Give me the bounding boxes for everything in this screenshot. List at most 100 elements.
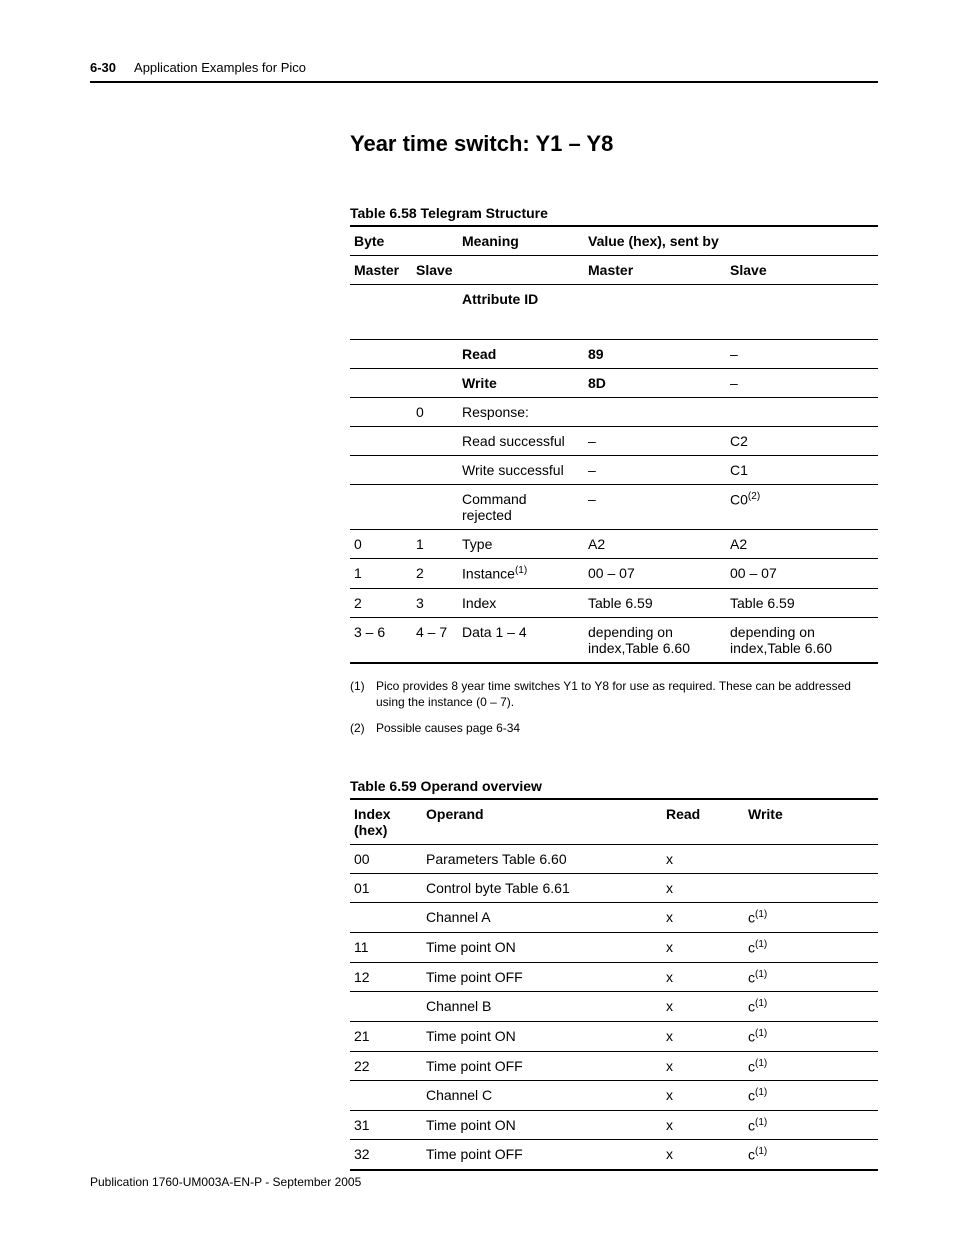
table-cell [412,427,458,456]
table-cell: C0(2) [726,485,878,530]
table-cell: c(1) [744,1081,878,1111]
col-master-value: Master [584,256,726,285]
table-cell: 00 – 07 [584,559,726,589]
table-cell: 3 [412,588,458,617]
table-cell: 00 [350,845,422,874]
col-read: Read [662,799,744,845]
table-cell: C1 [726,456,878,485]
col-value: Value (hex), sent by [584,226,878,256]
table-telegram-structure: Byte Meaning Value (hex), sent by Master… [350,225,878,664]
col-master: Master [350,256,412,285]
table-cell: Time point OFF [422,962,662,992]
table-cell: x [662,845,744,874]
table-cell: x [662,1051,744,1081]
table-cell: Time point ON [422,1021,662,1051]
table-cell: c(1) [744,1140,878,1170]
table-cell: x [662,962,744,992]
table-cell: A2 [726,530,878,559]
table-cell: Channel C [422,1081,662,1111]
table-cell [350,340,412,369]
table-cell: c(1) [744,962,878,992]
col-write: Write [744,799,878,845]
table-cell: Parameters Table 6.60 [422,845,662,874]
table-cell: 32 [350,1140,422,1170]
col-index: Index (hex) [350,799,422,845]
table-cell: c(1) [744,903,878,933]
table-cell [744,845,878,874]
table-cell [350,903,422,933]
page-header: 6-30 Application Examples for Pico [90,60,878,83]
table-cell: 0 [350,530,412,559]
table-cell: Write successful [458,456,584,485]
table-cell: Type [458,530,584,559]
table-cell: Response: [458,398,584,427]
page-number: 6-30 [90,60,116,75]
table-cell [584,285,726,340]
table-cell: c(1) [744,932,878,962]
table-cell [350,485,412,530]
table-cell [412,285,458,340]
table-cell: 89 [584,340,726,369]
table-cell: Time point ON [422,932,662,962]
table-operand-overview: Index (hex) Operand Read Write 00Paramet… [350,798,878,1171]
table-cell [584,398,726,427]
table-cell: c(1) [744,1051,878,1081]
content-area: Year time switch: Y1 – Y8 Table 6.58 Tel… [350,131,878,1171]
table-cell: Table 6.59 [584,588,726,617]
table-cell: C2 [726,427,878,456]
table-cell [412,340,458,369]
table-cell: c(1) [744,1110,878,1140]
table-cell: Index [458,588,584,617]
col-byte: Byte [350,226,458,256]
footnote: (1)Pico provides 8 year time switches Y1… [350,678,878,710]
table-cell: – [726,369,878,398]
table-cell: 0 [412,398,458,427]
table-cell: c(1) [744,1021,878,1051]
col-blank [458,256,584,285]
table-cell [412,485,458,530]
table-cell: 1 [350,559,412,589]
table-cell: x [662,1081,744,1111]
header-title: Application Examples for Pico [134,60,306,75]
table-cell: x [662,992,744,1022]
table-cell [726,398,878,427]
table-cell [726,285,878,340]
page: 6-30 Application Examples for Pico Year … [0,0,954,1235]
table-cell: Table 6.59 [726,588,878,617]
col-meaning: Meaning [458,226,584,256]
table-cell [350,285,412,340]
table-cell: Time point OFF [422,1051,662,1081]
table-cell: 3 – 6 [350,617,412,663]
table-cell [412,456,458,485]
table-cell: 01 [350,874,422,903]
table-cell: – [584,485,726,530]
table-cell [744,874,878,903]
col-operand: Operand [422,799,662,845]
table-cell: 8D [584,369,726,398]
table-cell: 00 – 07 [726,559,878,589]
table-cell: – [584,456,726,485]
table-cell: x [662,1110,744,1140]
footnote: (2)Possible causes page 6-34 [350,720,878,736]
table-cell: 11 [350,932,422,962]
table-cell: Attribute ID [458,285,584,340]
table-cell: x [662,1021,744,1051]
table-cell: Time point OFF [422,1140,662,1170]
table-cell: x [662,1140,744,1170]
table-cell: Channel B [422,992,662,1022]
table-cell: A2 [584,530,726,559]
table1-caption: Table 6.58 Telegram Structure [350,205,878,221]
table-cell: x [662,874,744,903]
table-cell: Command rejected [458,485,584,530]
col-slave-value: Slave [726,256,878,285]
table-cell: 22 [350,1051,422,1081]
table-cell: depending on index,Table 6.60 [584,617,726,663]
table-cell: Data 1 – 4 [458,617,584,663]
table-cell: Read successful [458,427,584,456]
table-cell [350,427,412,456]
table-cell: depending on index,Table 6.60 [726,617,878,663]
section-title: Year time switch: Y1 – Y8 [350,131,878,157]
table-cell: – [584,427,726,456]
table-cell [350,1081,422,1111]
table-cell: 31 [350,1110,422,1140]
